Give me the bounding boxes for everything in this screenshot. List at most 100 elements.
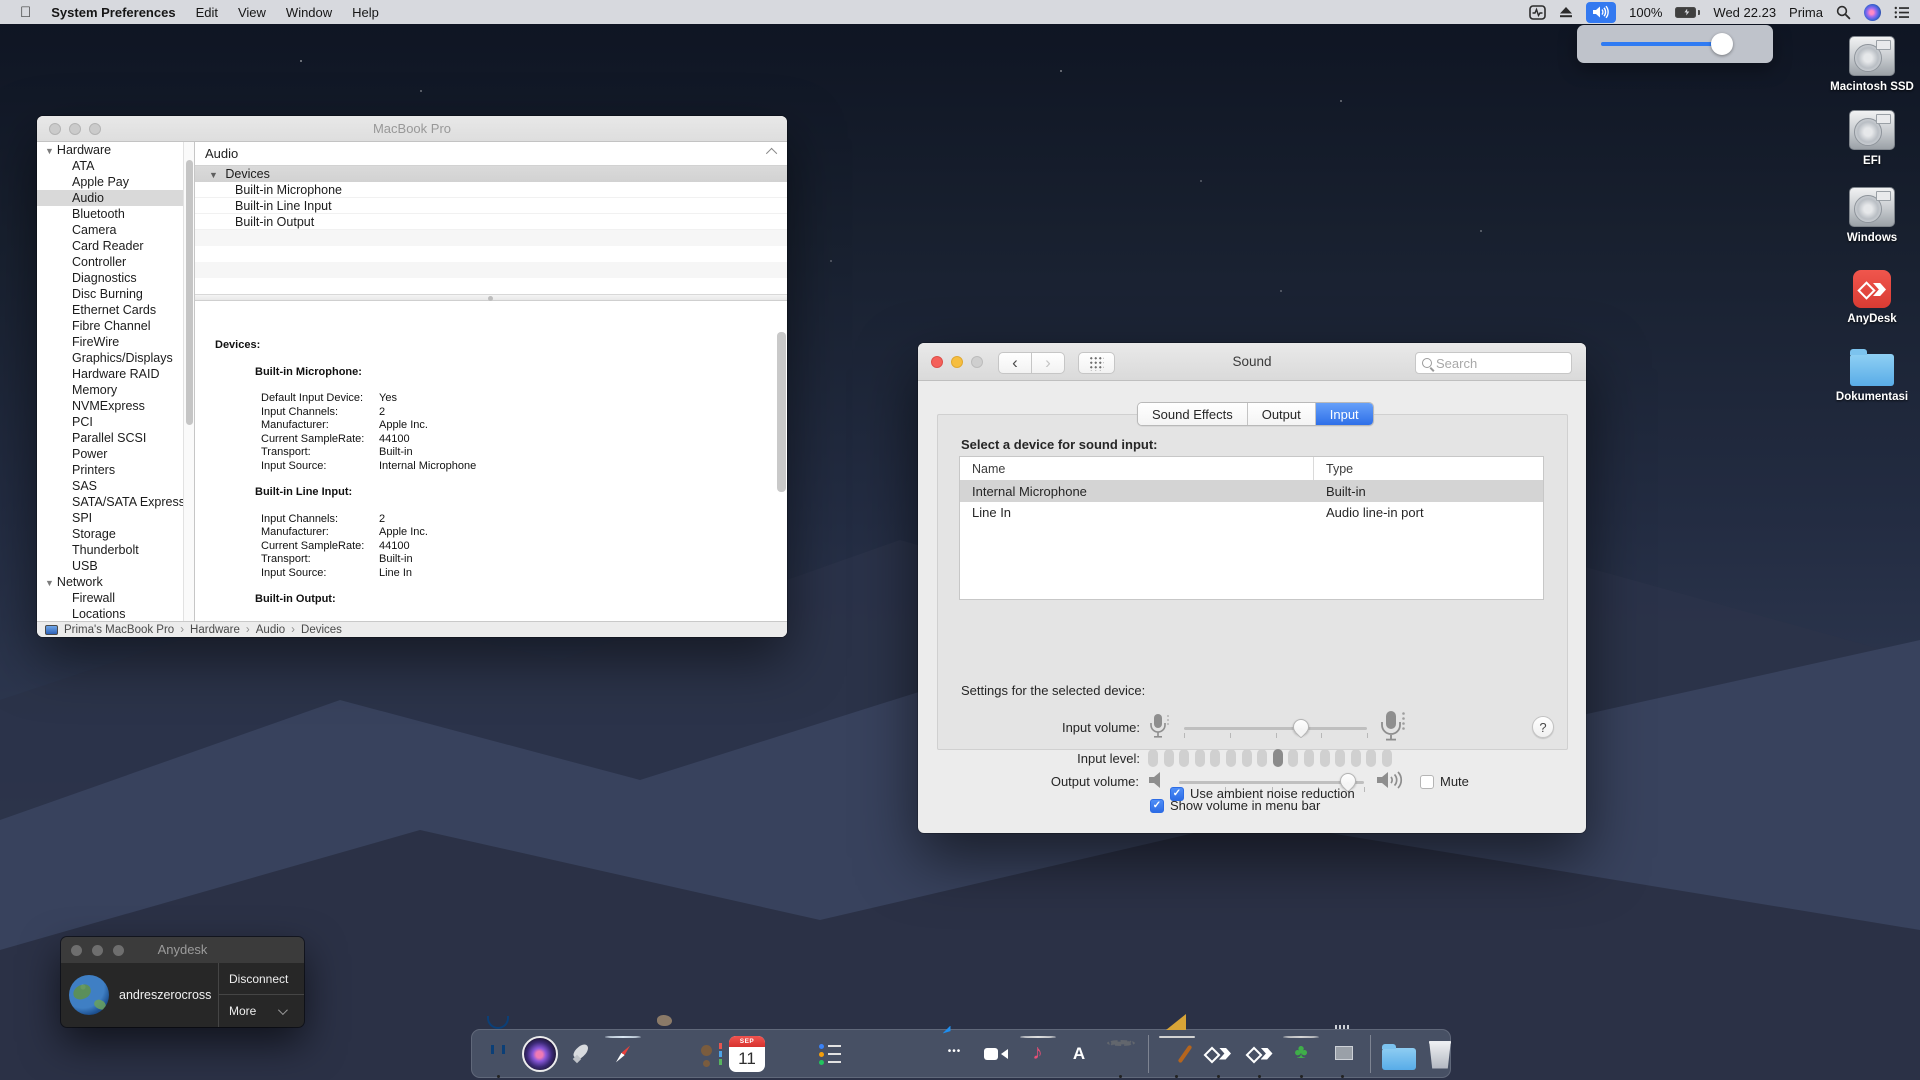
dock-itunes-icon[interactable] — [1020, 1036, 1056, 1072]
drive-icon[interactable] — [1849, 36, 1895, 76]
menu-edit[interactable]: Edit — [196, 5, 218, 20]
sidebar-item-sas[interactable]: SAS — [37, 478, 194, 494]
sidebar-item-memory[interactable]: Memory — [37, 382, 194, 398]
desktop-icon-windows[interactable]: Windows — [1826, 187, 1918, 245]
dock-siri-icon[interactable] — [522, 1036, 558, 1072]
menu-system-preferences[interactable]: System Preferences — [51, 5, 175, 20]
tab-input[interactable]: Input — [1316, 403, 1373, 425]
apple-menu-icon[interactable]:  — [20, 5, 31, 20]
sidebar-item-camera[interactable]: Camera — [37, 222, 194, 238]
dock-anydesk-icon[interactable] — [1200, 1036, 1236, 1072]
sidebar-item-power[interactable]: Power — [37, 446, 194, 462]
dock-downloads-icon[interactable] — [1381, 1036, 1417, 1072]
dock-trash-icon[interactable] — [1422, 1036, 1458, 1072]
sidebar-scrollbar[interactable] — [183, 142, 194, 621]
drive-icon[interactable] — [1849, 110, 1895, 150]
menu-help[interactable]: Help — [352, 5, 379, 20]
sidebar-item-usb[interactable]: USB — [37, 558, 194, 574]
sidebar-item-audio[interactable]: Audio — [37, 190, 194, 206]
dock-contacts-icon[interactable] — [688, 1036, 724, 1072]
drive-icon[interactable] — [1849, 187, 1895, 227]
sidebar-item-parallel-scsi[interactable]: Parallel SCSI — [37, 430, 194, 446]
sidebar-item-sata-sata-express[interactable]: SATA/SATA Express — [37, 494, 194, 510]
volume-popup-knob[interactable] — [1711, 33, 1733, 55]
eject-icon[interactable] — [1559, 6, 1573, 18]
dock-appstore-icon[interactable] — [1061, 1036, 1097, 1072]
dock-safari-icon[interactable] — [605, 1036, 641, 1072]
dock-anydesk2-icon[interactable] — [1242, 1036, 1278, 1072]
device-row-built-in-output[interactable]: Built-in Output — [195, 214, 787, 230]
menu-user[interactable]: Prima — [1789, 5, 1823, 20]
sidebar-item-fibre-channel[interactable]: Fibre Channel — [37, 318, 194, 334]
anydesk-icon[interactable] — [1853, 270, 1891, 308]
sidebar-item-printers[interactable]: Printers — [37, 462, 194, 478]
tab-sound-effects[interactable]: Sound Effects — [1138, 403, 1248, 425]
dock-sysprefs-icon[interactable] — [1103, 1036, 1139, 1072]
sidebar-item-disc-burning[interactable]: Disc Burning — [37, 286, 194, 302]
sound-titlebar[interactable]: ‹ › Sound — [918, 343, 1586, 381]
search-field[interactable] — [1415, 352, 1572, 374]
sidebar-item-diagnostics[interactable]: Diagnostics — [37, 270, 194, 286]
sidebar-item-locations[interactable]: Locations — [37, 606, 194, 621]
sidebar-item-card-reader[interactable]: Card Reader — [37, 238, 194, 254]
device-row-internal-microphone[interactable]: Internal MicrophoneBuilt-in — [960, 481, 1543, 502]
spotlight-icon[interactable] — [1836, 5, 1851, 20]
devices-group-row[interactable]: ▼ Devices — [195, 166, 787, 182]
anydesk-titlebar[interactable]: Anydesk — [61, 937, 304, 963]
pane-splitter[interactable] — [195, 294, 787, 301]
dock-maps-icon[interactable] — [854, 1036, 890, 1072]
dock-notes-icon[interactable] — [771, 1036, 807, 1072]
sidebar-item-network[interactable]: ▼Network — [37, 574, 194, 590]
help-button[interactable]: ? — [1532, 716, 1554, 738]
desktop-icon-dokumentasi[interactable]: Dokumentasi — [1826, 348, 1918, 404]
input-volume-slider[interactable] — [1184, 720, 1367, 736]
desktop-icon-macintosh-ssd[interactable]: Macintosh SSD — [1826, 36, 1918, 94]
mute-checkbox[interactable] — [1420, 775, 1434, 789]
sidebar-item-nvmexpress[interactable]: NVMExpress — [37, 398, 194, 414]
input-volume-knob[interactable] — [1293, 719, 1309, 735]
table-header[interactable]: Name Type — [960, 457, 1543, 481]
siri-icon[interactable] — [1864, 4, 1881, 21]
sidebar-item-apple-pay[interactable]: Apple Pay — [37, 174, 194, 190]
activity-monitor-icon[interactable] — [1529, 5, 1546, 20]
more-button[interactable]: More — [219, 995, 304, 1027]
sidebar-item-pci[interactable]: PCI — [37, 414, 194, 430]
ambient-noise-checkbox[interactable]: ✓ — [1170, 787, 1184, 801]
tab-output[interactable]: Output — [1248, 403, 1316, 425]
menu-view[interactable]: View — [238, 5, 266, 20]
sidebar-item-bluetooth[interactable]: Bluetooth — [37, 206, 194, 222]
search-input[interactable] — [1436, 356, 1565, 371]
device-row-built-in-microphone[interactable]: Built-in Microphone — [195, 182, 787, 198]
dock-facetime-icon[interactable] — [978, 1036, 1014, 1072]
device-row-line-in[interactable]: Line InAudio line-in port — [960, 502, 1543, 523]
sidebar-item-spi[interactable]: SPI — [37, 510, 194, 526]
disconnect-button[interactable]: Disconnect — [219, 963, 304, 995]
menu-window[interactable]: Window — [286, 5, 332, 20]
sidebar-item-hardware-raid[interactable]: Hardware RAID — [37, 366, 194, 382]
dock-messages-icon[interactable] — [937, 1036, 973, 1072]
dock-finder-icon[interactable] — [480, 1036, 516, 1072]
details-scrollbar[interactable] — [777, 332, 786, 492]
dock-calendar-icon[interactable]: SEP11 — [729, 1036, 765, 1072]
dock-sysinfo-icon[interactable] — [1325, 1036, 1361, 1072]
menu-clock[interactable]: Wed 22.23 — [1713, 5, 1776, 20]
collapse-chevron-icon[interactable] — [766, 148, 777, 159]
desktop-icon-anydesk[interactable]: AnyDesk — [1826, 270, 1918, 326]
dock-clover-icon[interactable] — [1283, 1036, 1319, 1072]
dock-installer-icon[interactable] — [1159, 1036, 1195, 1072]
volume-popup-track[interactable] — [1601, 42, 1733, 46]
desktop-icon-efi[interactable]: EFI — [1826, 110, 1918, 168]
dock-reminders-icon[interactable] — [812, 1036, 848, 1072]
sysinfo-titlebar[interactable]: MacBook Pro — [37, 116, 787, 142]
folder-icon[interactable] — [1850, 354, 1894, 386]
sidebar-item-storage[interactable]: Storage — [37, 526, 194, 542]
sidebar-item-controller[interactable]: Controller — [37, 254, 194, 270]
dock-mail-icon[interactable] — [646, 1036, 682, 1072]
device-row-built-in-line-input[interactable]: Built-in Line Input — [195, 198, 787, 214]
dock-launchpad-icon[interactable] — [563, 1036, 599, 1072]
sidebar-item-hardware[interactable]: ▼Hardware — [37, 142, 194, 158]
disclosure-triangle-icon[interactable]: ▼ — [209, 170, 218, 180]
sidebar-item-ethernet-cards[interactable]: Ethernet Cards — [37, 302, 194, 318]
sidebar-item-ata[interactable]: ATA — [37, 158, 194, 174]
sidebar-item-firewall[interactable]: Firewall — [37, 590, 194, 606]
